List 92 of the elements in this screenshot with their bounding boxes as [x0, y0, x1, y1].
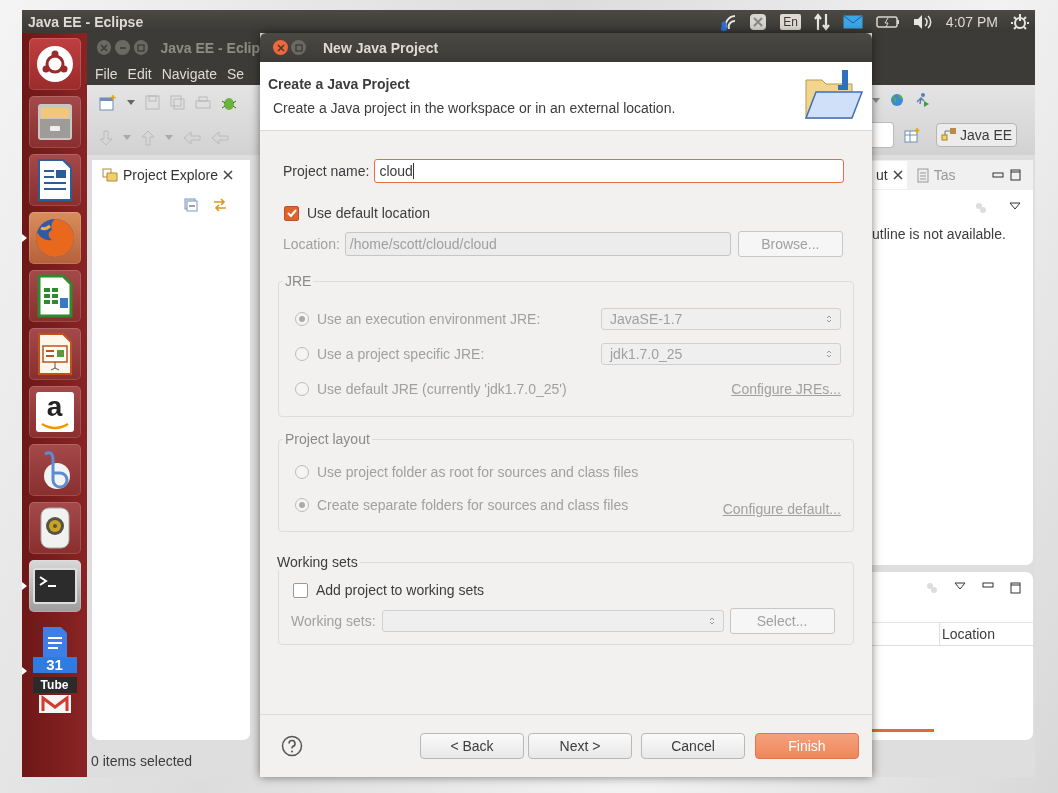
launcher-item[interactable] [28, 328, 81, 380]
speaker-icon [38, 507, 71, 549]
minimize-button[interactable] [115, 40, 130, 55]
circle-logo-icon [34, 44, 75, 84]
battery-icon[interactable] [875, 15, 900, 28]
menu-item[interactable]: Se [226, 65, 245, 82]
perspective-button[interactable]: Java EE [936, 123, 1018, 147]
open-perspective-icon[interactable] [904, 127, 920, 143]
app-indicator-icon[interactable] [749, 12, 768, 31]
quick-access-field[interactable] [872, 122, 894, 148]
checkbox-label: Use default location [307, 205, 430, 221]
radio-label: Use an execution environment JRE: [317, 310, 541, 327]
view-menu-icon[interactable] [1009, 202, 1021, 210]
view-menu-icon[interactable] [954, 582, 966, 590]
group-title: Working sets [275, 554, 360, 570]
dialog-button[interactable]: Next > [528, 733, 632, 759]
field-label: Project name: [283, 163, 370, 179]
column-header[interactable]: Location [940, 623, 995, 645]
maximize-icon[interactable] [1010, 169, 1021, 181]
dialog-button[interactable]: < Back [420, 733, 524, 759]
dialog-button[interactable]: Cancel [641, 733, 745, 759]
folders-icon [102, 168, 118, 182]
launcher-item[interactable]: a [28, 386, 81, 438]
close-icon [276, 43, 285, 52]
launcher-item[interactable] [28, 270, 81, 322]
network-icon[interactable] [720, 12, 737, 31]
dialog-description: Create a Java project in the workspace or in an external location. [272, 100, 677, 116]
shop-letter-icon: a [35, 392, 74, 432]
close-button[interactable] [97, 40, 112, 55]
minimize-icon[interactable] [982, 582, 994, 588]
ide-window-title: Java EE - Eclip [160, 39, 260, 56]
launcher-item[interactable] [28, 38, 81, 90]
radio-label: Create separate folders for sources and class files [317, 496, 629, 513]
run-person-icon[interactable] [914, 92, 930, 108]
dots-icon[interactable] [926, 582, 938, 594]
menu-item[interactable]: File [95, 65, 118, 82]
menu-item[interactable]: Navigate [161, 65, 217, 82]
dropdown-caret-icon[interactable] [127, 100, 135, 105]
status-text: 0 items selected [91, 753, 193, 769]
progress-line [872, 729, 934, 732]
mail-icon[interactable] [842, 14, 863, 29]
help-icon[interactable] [281, 735, 303, 757]
maximize-icon[interactable] [1010, 582, 1021, 594]
radio-label: Use default JRE (currently 'jdk1.7.0_25') [317, 380, 567, 397]
launcher-item[interactable] [28, 212, 81, 264]
field-label: Location: [283, 236, 340, 252]
maximize-icon [137, 43, 146, 52]
dropdown-caret-icon[interactable] [872, 97, 880, 103]
new-window-icon[interactable] [99, 94, 117, 111]
close-icon[interactable] [892, 170, 903, 180]
maximize-button[interactable] [133, 40, 149, 55]
launcher-item[interactable]: 31 Tube [28, 618, 81, 724]
field-label: Working sets: [291, 613, 376, 629]
launcher-item[interactable] [28, 444, 81, 496]
spinner-arrows-icon [708, 616, 715, 626]
dialog-title: New Java Project [323, 39, 439, 56]
view-tab[interactable]: ut [872, 161, 907, 189]
terminal-icon [32, 568, 77, 604]
maximize-button[interactable] [291, 40, 306, 55]
keyboard-layout-indicator[interactable]: En [780, 13, 801, 30]
checkbox-label: Add project to working sets [316, 582, 485, 598]
close-button[interactable] [273, 40, 288, 55]
launcher-item[interactable] [28, 560, 81, 612]
document-icon [916, 167, 929, 183]
collapse-all-icon[interactable] [184, 198, 198, 212]
close-icon[interactable] [222, 170, 233, 180]
radio-label: Use project folder as root for sources and class files [317, 463, 639, 480]
radio-label: Use a project specific JRE: [317, 345, 485, 362]
clock[interactable]: 4:07 PM [945, 13, 998, 30]
menu-item[interactable]: Edit [127, 65, 152, 82]
volume-icon[interactable] [912, 13, 933, 30]
spinner-arrows-icon [826, 348, 832, 359]
launcher-item[interactable] [28, 96, 81, 148]
perspective-icon [941, 127, 957, 143]
globe-icon[interactable] [890, 93, 904, 107]
outline-message: utline is not available. [872, 225, 1007, 242]
minimize-icon[interactable] [992, 172, 1004, 178]
launcher-item[interactable] [28, 154, 81, 206]
close-icon [100, 43, 109, 52]
transfer-arrows-icon[interactable] [813, 12, 830, 31]
launcher-item[interactable] [28, 502, 81, 554]
dots-icon[interactable] [975, 202, 987, 214]
spinner-arrows-icon [826, 313, 832, 324]
dialog-heading: Create a Java Project [268, 76, 411, 92]
group-title: Project layout [283, 431, 372, 447]
group-title: JRE [283, 273, 314, 289]
project-name-field[interactable]: cloud [374, 159, 845, 183]
maximize-icon [294, 43, 303, 52]
link-arrows-icon[interactable] [212, 198, 228, 212]
power-gear-icon[interactable] [1011, 12, 1029, 31]
checkbox[interactable] [284, 205, 299, 221]
window-title: Java EE - Eclipse [28, 13, 144, 30]
